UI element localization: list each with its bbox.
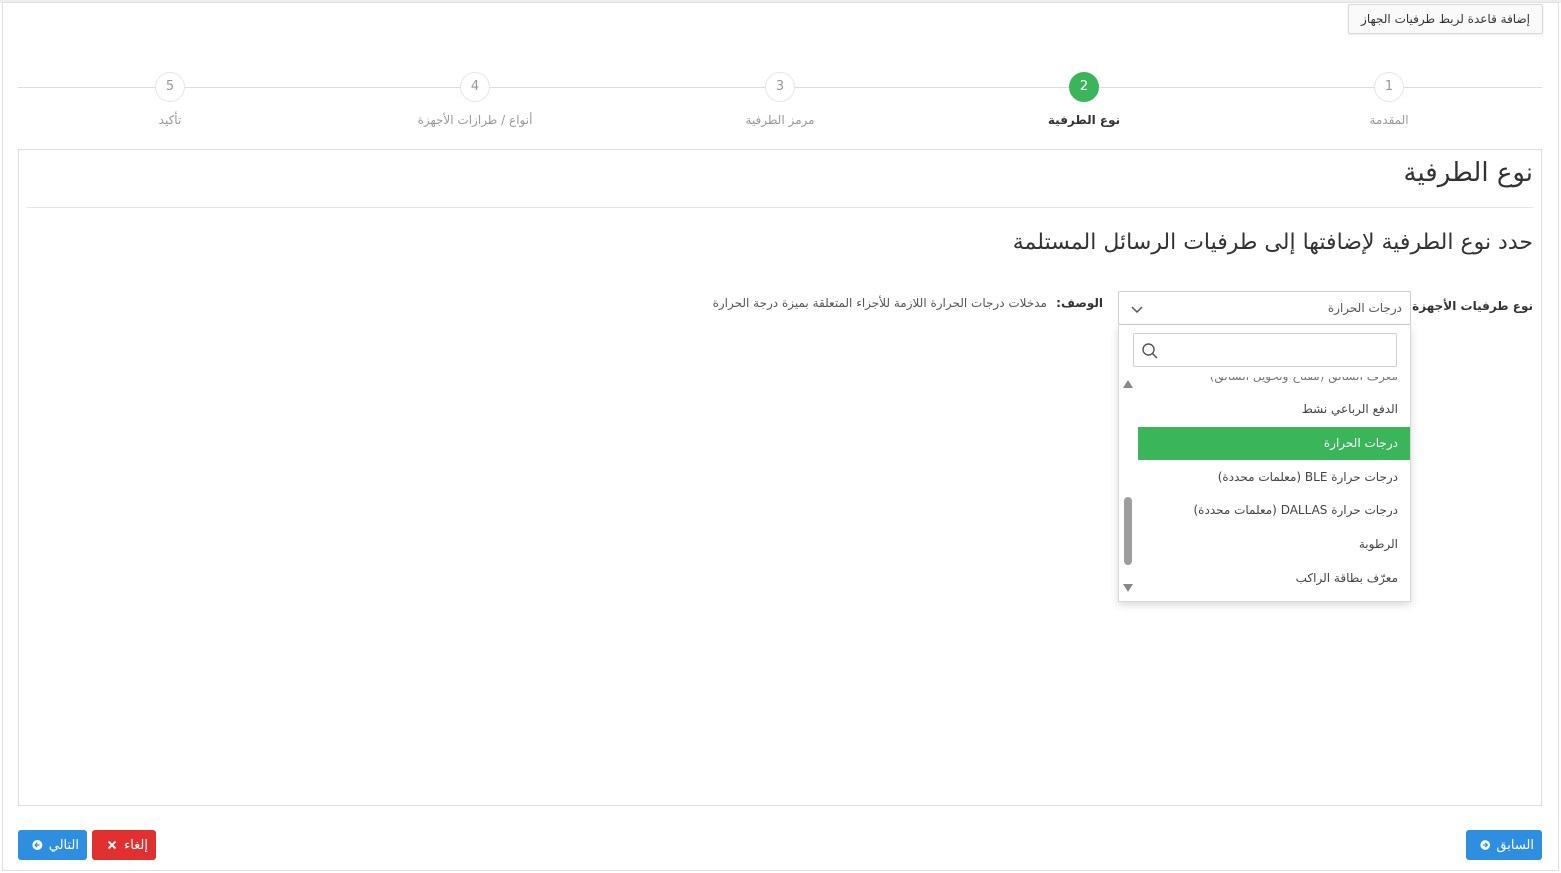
dropdown-option[interactable]: معرّف السائق (مفتاح وتحويل السائق) bbox=[1138, 377, 1410, 393]
arrow-circle-left-icon bbox=[32, 840, 43, 850]
next-button[interactable]: التالي bbox=[18, 830, 87, 860]
previous-button-label: السابق bbox=[1496, 837, 1534, 852]
peripheral-type-label: نوع طرفيات الأجهزة: bbox=[1407, 299, 1533, 313]
dropdown-option[interactable]: الرطوبة bbox=[1138, 528, 1410, 561]
step-4[interactable]: 4 أنواع / طرازات الأجهزة bbox=[375, 72, 575, 127]
wizard-steps: 1 المقدمة 2 نوع الطرفية 3 مرمز الطرفية 4… bbox=[18, 72, 1542, 132]
dropdown-option-selected[interactable]: درجات الحرارة bbox=[1138, 427, 1410, 460]
peripheral-type-dropdown: معرّف السائق (مفتاح وتحويل السائق) الدفع… bbox=[1118, 325, 1411, 602]
step-number: 5 bbox=[155, 72, 185, 102]
step-number: 1 bbox=[1374, 72, 1404, 102]
step-content-panel: نوع الطرفية حدد نوع الطرفية لإضافتها إلى… bbox=[18, 149, 1542, 806]
peripheral-type-select[interactable]: درجات الحرارة bbox=[1118, 291, 1411, 325]
dropdown-scrollbar[interactable] bbox=[1121, 377, 1135, 599]
arrow-circle-right-icon bbox=[1480, 840, 1491, 850]
scrollbar-thumb[interactable] bbox=[1124, 497, 1132, 565]
step-number: 2 bbox=[1069, 72, 1099, 102]
dialog-title: إضافة قاعدة لربط طرفيات الجهاز bbox=[1348, 4, 1543, 34]
panel-divider bbox=[27, 207, 1533, 208]
previous-button[interactable]: السابق bbox=[1466, 830, 1542, 860]
dropdown-options: معرّف السائق (مفتاح وتحويل السائق) الدفع… bbox=[1138, 377, 1410, 597]
step-number: 4 bbox=[460, 72, 490, 102]
close-icon bbox=[107, 840, 117, 850]
step-5[interactable]: 5 تأكيد bbox=[70, 72, 270, 127]
step-label: أنواع / طرازات الأجهزة bbox=[417, 113, 533, 127]
scroll-down-arrow-icon[interactable] bbox=[1122, 583, 1134, 593]
dropdown-option[interactable]: الدفع الرباعي نشط bbox=[1138, 393, 1410, 426]
select-value: درجات الحرارة bbox=[1327, 301, 1402, 315]
scroll-up-arrow-icon[interactable] bbox=[1122, 379, 1134, 389]
step-label: المقدمة bbox=[1369, 113, 1409, 127]
description-label: الوصف: bbox=[1056, 296, 1103, 310]
step-2[interactable]: 2 نوع الطرفية bbox=[984, 72, 1184, 127]
step-1[interactable]: 1 المقدمة bbox=[1289, 72, 1489, 127]
next-button-label: التالي bbox=[48, 837, 79, 852]
step-3[interactable]: 3 مرمز الطرفية bbox=[680, 72, 880, 127]
dropdown-search bbox=[1133, 333, 1397, 367]
dropdown-option[interactable]: معرّف بطاقة الراكب bbox=[1138, 562, 1410, 595]
step-label: مرمز الطرفية bbox=[745, 113, 815, 127]
dropdown-option[interactable]: درجات حرارة BLE (معلمات محددة) bbox=[1138, 461, 1410, 494]
dropdown-option[interactable]: درجات حرارة DALLAS (معلمات محددة) bbox=[1138, 494, 1410, 527]
step-label: نوع الطرفية bbox=[1047, 113, 1121, 127]
cancel-button-label: إلغاء bbox=[124, 837, 148, 852]
dropdown-search-input[interactable] bbox=[1164, 335, 1392, 365]
step-label: تأكيد bbox=[158, 113, 182, 127]
chevron-down-icon bbox=[1131, 306, 1143, 314]
step-number: 3 bbox=[765, 72, 795, 102]
cancel-button[interactable]: إلغاء bbox=[92, 830, 156, 860]
search-icon bbox=[1142, 343, 1158, 359]
panel-title: نوع الطرفية bbox=[1403, 158, 1533, 188]
description-text: مدخلات درجات الحرارة اللازمة للأجزاء الم… bbox=[712, 296, 1047, 310]
panel-subtitle: حدد نوع الطرفية لإضافتها إلى طرفيات الرس… bbox=[1012, 230, 1533, 255]
